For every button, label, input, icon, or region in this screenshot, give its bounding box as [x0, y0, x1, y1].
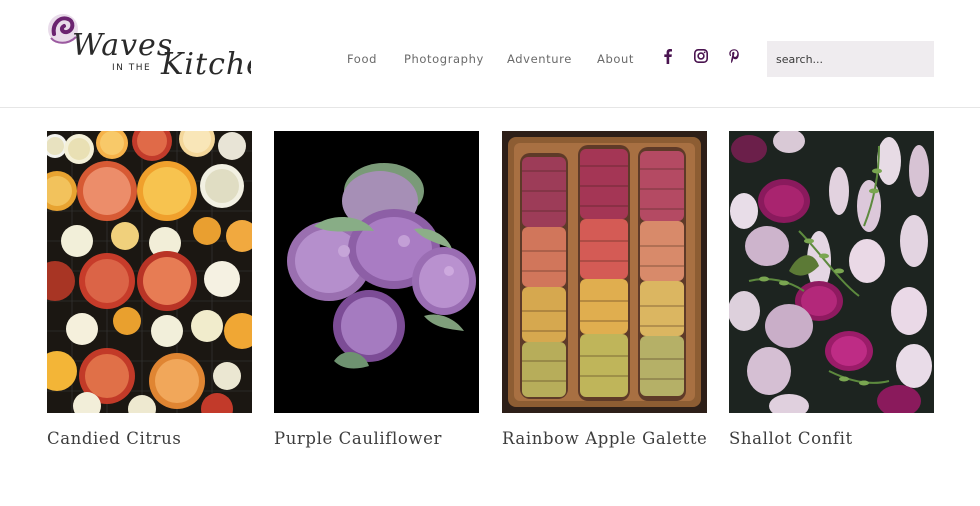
nav-item-about[interactable]: About — [597, 52, 634, 66]
post-card-candied-citrus[interactable]: Candied Citrus — [47, 131, 252, 448]
search-box — [767, 41, 934, 77]
site-header: Waves IN THE Kitchen Food Photography Ad… — [0, 0, 980, 108]
purple-cauliflower-photo[interactable] — [274, 131, 479, 413]
facebook-icon[interactable] — [660, 47, 676, 65]
shallot-confit-photo[interactable] — [729, 131, 934, 413]
post-title[interactable]: Purple Cauliflower — [274, 429, 442, 448]
logo-text-top: Waves — [72, 28, 173, 63]
logo-graphic: Waves IN THE Kitchen — [48, 14, 251, 82]
logo-text-bottom: Kitchen — [160, 47, 251, 82]
nav-item-adventure[interactable]: Adventure — [507, 52, 572, 66]
nav-item-food[interactable]: Food — [347, 52, 377, 66]
logo-text-mid: IN THE — [112, 63, 151, 73]
post-title[interactable]: Candied Citrus — [47, 429, 181, 448]
post-title[interactable]: Shallot Confit — [729, 429, 853, 448]
search-input[interactable] — [767, 41, 934, 77]
post-card-rainbow-apple-galette[interactable]: Rainbow Apple Galette — [502, 131, 707, 448]
site-logo[interactable]: Waves IN THE Kitchen — [46, 10, 251, 90]
citrus-slices-photo[interactable] — [47, 131, 252, 413]
nav-item-photography[interactable]: Photography — [404, 52, 484, 66]
pinterest-icon[interactable] — [726, 47, 742, 65]
post-title[interactable]: Rainbow Apple Galette — [502, 429, 707, 448]
post-card-purple-cauliflower[interactable]: Purple Cauliflower — [274, 131, 479, 448]
post-card-shallot-confit[interactable]: Shallot Confit — [729, 131, 934, 448]
apple-galette-photo[interactable] — [502, 131, 707, 413]
instagram-icon[interactable] — [693, 47, 709, 65]
